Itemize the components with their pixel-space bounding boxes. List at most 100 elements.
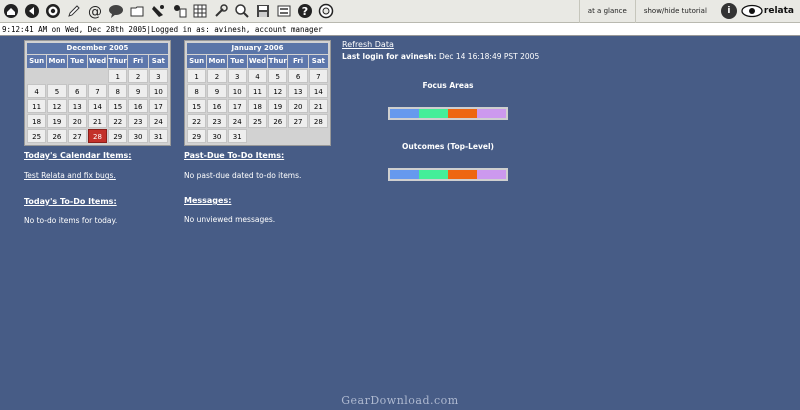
calendar-day[interactable]: 28	[308, 114, 328, 128]
calendar-day[interactable]: 19	[268, 99, 288, 113]
calendar-day[interactable]: 6	[67, 84, 87, 98]
chat-bubble-button[interactable]	[106, 1, 126, 21]
calendar-day[interactable]: 24	[227, 114, 247, 128]
calendar-day[interactable]: 21	[87, 114, 108, 128]
calendar-day[interactable]: 18	[247, 99, 268, 113]
calendar-day[interactable]: 17	[148, 99, 168, 113]
calendar-day[interactable]: 20	[288, 99, 308, 113]
calendar-day[interactable]: 4	[27, 84, 47, 98]
calendar-day[interactable]: 20	[67, 114, 87, 128]
calendar-day[interactable]: 14	[308, 84, 328, 98]
home-button[interactable]	[1, 1, 21, 21]
calendar-day[interactable]: 13	[288, 84, 308, 98]
calendar-day[interactable]: 19	[47, 114, 67, 128]
calendar-day[interactable]: 18	[27, 114, 47, 128]
calendar-day[interactable]: 31	[148, 129, 168, 143]
lifesaver-button[interactable]	[316, 1, 336, 21]
calendar-day[interactable]: 2	[128, 69, 148, 83]
calendar-day[interactable]: 29	[108, 129, 128, 143]
calendar-day[interactable]: 31	[227, 129, 247, 143]
calendar-day[interactable]: 29	[187, 129, 207, 143]
bar-segment[interactable]	[390, 170, 419, 179]
at-email-button[interactable]: @	[85, 1, 105, 21]
help-button[interactable]: ?	[295, 1, 315, 21]
contacts-button[interactable]	[169, 1, 189, 21]
focus-areas-bar[interactable]	[388, 107, 508, 120]
calendar-day[interactable]: 23	[128, 114, 148, 128]
todays-calendar-items-heading[interactable]: Today's Calendar Items:	[24, 151, 132, 160]
calendar-day[interactable]: 11	[247, 84, 268, 98]
calendar-day[interactable]: 10	[148, 84, 168, 98]
calendar-day[interactable]: 10	[227, 84, 247, 98]
calendar-day[interactable]: 3	[148, 69, 168, 83]
target-button[interactable]	[43, 1, 63, 21]
preferences-button[interactable]	[274, 1, 294, 21]
bar-segment[interactable]	[448, 109, 477, 118]
calendar-day[interactable]: 4	[247, 69, 268, 83]
navigate-button[interactable]	[22, 1, 42, 21]
calendar-day[interactable]: 30	[207, 129, 227, 143]
show-hide-tutorial-link[interactable]: show/hide tutorial	[634, 0, 715, 23]
calendar-day[interactable]: 21	[308, 99, 328, 113]
calendar-day[interactable]: 25	[27, 129, 47, 143]
calendar-day[interactable]: 28	[87, 129, 108, 143]
past-due-todo-heading[interactable]: Past-Due To-Do Items:	[184, 151, 284, 160]
calendar-day[interactable]: 3	[227, 69, 247, 83]
calendar-day[interactable]: 12	[47, 99, 67, 113]
calendar-day[interactable]: 1	[187, 69, 207, 83]
weekday-header: Mon	[47, 55, 67, 68]
calendar-day[interactable]: 2	[207, 69, 227, 83]
alarm-button[interactable]	[148, 1, 168, 21]
calendar-day[interactable]: 7	[87, 84, 108, 98]
calendar-grid-button[interactable]	[190, 1, 210, 21]
bar-segment[interactable]	[477, 109, 506, 118]
at-a-glance-link[interactable]: at a glance	[578, 0, 635, 23]
calendar-day[interactable]: 27	[288, 114, 308, 128]
search-button[interactable]	[232, 1, 252, 21]
bar-segment[interactable]	[419, 109, 448, 118]
calendar-day[interactable]: 12	[268, 84, 288, 98]
refresh-data-link[interactable]: Refresh Data	[342, 40, 394, 49]
info-button[interactable]: i	[720, 3, 737, 19]
calendar-item-link[interactable]: Test Relata and fix bugs.	[24, 171, 116, 180]
bar-segment[interactable]	[448, 170, 477, 179]
bar-segment[interactable]	[419, 170, 448, 179]
calendar-day[interactable]: 8	[187, 84, 207, 98]
bar-segment[interactable]	[477, 170, 506, 179]
calendar-day[interactable]: 5	[268, 69, 288, 83]
calendar-day[interactable]: 24	[148, 114, 168, 128]
folder-button[interactable]	[127, 1, 147, 21]
calendar-day[interactable]: 26	[47, 129, 67, 143]
calendar-day[interactable]: 15	[187, 99, 207, 113]
pencil-button[interactable]	[64, 1, 84, 21]
calendar-day[interactable]: 11	[27, 99, 47, 113]
calendar-day[interactable]: 22	[187, 114, 207, 128]
save-button[interactable]	[253, 1, 273, 21]
messages-heading[interactable]: Messages:	[184, 196, 231, 205]
calendar-day[interactable]: 16	[207, 99, 227, 113]
calendar-day[interactable]: 25	[247, 114, 268, 128]
calendar-day[interactable]: 27	[67, 129, 87, 143]
calendar-day[interactable]: 30	[128, 129, 148, 143]
calendar-day[interactable]: 26	[268, 114, 288, 128]
weekday-header: Sat	[308, 55, 328, 68]
calendar-day[interactable]: 8	[108, 84, 128, 98]
tools-button[interactable]	[211, 1, 231, 21]
calendar-day[interactable]: 9	[207, 84, 227, 98]
calendar-day[interactable]: 17	[227, 99, 247, 113]
calendar-day[interactable]: 5	[47, 84, 67, 98]
calendar-day[interactable]: 1	[108, 69, 128, 83]
outcomes-bar[interactable]	[388, 168, 508, 181]
calendar-day[interactable]: 9	[128, 84, 148, 98]
logo-text: relata	[763, 6, 794, 16]
calendar-day[interactable]: 15	[108, 99, 128, 113]
calendar-day[interactable]: 23	[207, 114, 227, 128]
calendar-day[interactable]: 7	[308, 69, 328, 83]
calendar-day[interactable]: 22	[108, 114, 128, 128]
calendar-day[interactable]: 13	[67, 99, 87, 113]
calendar-day[interactable]: 16	[128, 99, 148, 113]
todays-todo-heading[interactable]: Today's To-Do Items:	[24, 197, 117, 206]
calendar-day[interactable]: 14	[87, 99, 108, 113]
bar-segment[interactable]	[390, 109, 419, 118]
calendar-day[interactable]: 6	[288, 69, 308, 83]
